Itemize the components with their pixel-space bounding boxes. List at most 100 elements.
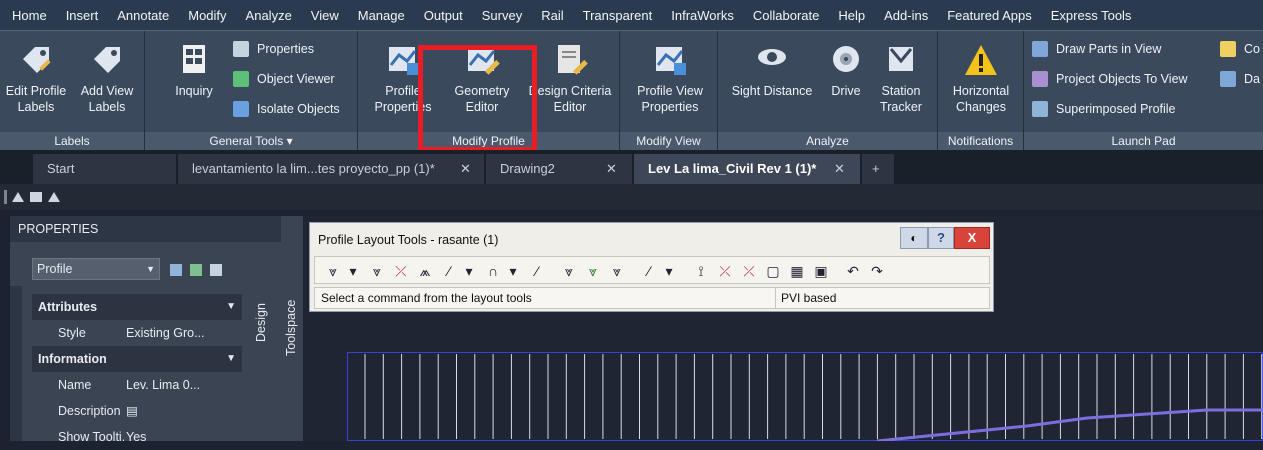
menu-featured-apps[interactable]: Featured Apps bbox=[947, 8, 1032, 23]
editor-icon[interactable]: ▦ bbox=[787, 261, 807, 281]
properties-button[interactable]: Properties bbox=[233, 41, 314, 57]
superimposed-profile-label: Superimposed Profile bbox=[1056, 102, 1176, 116]
insert-pvi-icon[interactable]: ⩔ bbox=[367, 261, 387, 281]
quick-tools-icons[interactable] bbox=[0, 184, 70, 210]
section-information[interactable]: Information ▼ bbox=[32, 346, 242, 372]
warning-icon bbox=[963, 43, 999, 77]
tab-lev-la-lima[interactable]: Lev La lima_Civil Rev 1 (1)* ✕ bbox=[634, 154, 860, 184]
grade-icon[interactable]: ∕ bbox=[639, 261, 659, 281]
menu-manage[interactable]: Manage bbox=[358, 8, 405, 23]
menu-modify[interactable]: Modify bbox=[188, 8, 226, 23]
palette-left-strip bbox=[10, 286, 22, 441]
free-curve-icon[interactable]: ⁄ bbox=[527, 261, 547, 281]
property-row-description[interactable]: Description ▤ bbox=[32, 398, 242, 424]
pvi-based-icon[interactable]: ⩔ bbox=[559, 261, 579, 281]
panel-launch-pad-title: Launch Pad bbox=[1024, 132, 1263, 151]
close-icon[interactable]: ✕ bbox=[834, 154, 845, 184]
panel-general-tools: Inquiry Properties Object Viewer Isolate… bbox=[145, 31, 358, 151]
grade-dropdown-icon[interactable]: ▾ bbox=[659, 261, 679, 281]
palette-tool-icons[interactable] bbox=[168, 260, 238, 280]
sight-distance-button[interactable]: Sight Distance bbox=[722, 43, 822, 99]
menu-help[interactable]: Help bbox=[838, 8, 865, 23]
fixed-line-icon[interactable]: ∕ bbox=[439, 261, 459, 281]
tangents-dropdown-icon[interactable]: ▾ bbox=[343, 261, 363, 281]
delete-pvi-icon[interactable]: ⤫ bbox=[391, 261, 411, 281]
help-button[interactable]: ? bbox=[928, 227, 954, 249]
project-objects-to-view-button[interactable]: Project Objects To View bbox=[1032, 71, 1188, 87]
select-pvi-icon[interactable]: ⟟ bbox=[691, 261, 711, 281]
menu-survey[interactable]: Survey bbox=[482, 8, 522, 23]
drive-button[interactable]: Drive bbox=[822, 43, 870, 99]
menu-output[interactable]: Output bbox=[424, 8, 463, 23]
design-tab-label: Design bbox=[254, 303, 268, 342]
edit-profile-labels-text2: Labels bbox=[17, 100, 55, 114]
close-icon[interactable]: ✕ bbox=[606, 154, 617, 184]
close-icon[interactable]: ✕ bbox=[460, 154, 471, 184]
redo-icon[interactable]: ↷ bbox=[867, 261, 887, 281]
tab-start[interactable]: Start bbox=[33, 154, 176, 184]
object-viewer-button[interactable]: Object Viewer bbox=[233, 71, 335, 87]
isolate-objects-label: Isolate Objects bbox=[257, 102, 340, 116]
draw-parts-in-view-button[interactable]: Draw Parts in View bbox=[1032, 41, 1161, 57]
chevron-down-icon: ▼ bbox=[226, 353, 236, 364]
tab-levantamiento[interactable]: levantamiento la lim...tes proyecto_pp (… bbox=[178, 154, 484, 184]
curve-icon[interactable]: ∩ bbox=[483, 261, 503, 281]
superimposed-profile-button[interactable]: Superimposed Profile bbox=[1032, 101, 1176, 117]
dialog-close-button[interactable]: X bbox=[954, 227, 990, 249]
description-editor-icon[interactable]: ▤ bbox=[124, 398, 242, 424]
isolate-objects-button[interactable]: Isolate Objects bbox=[233, 101, 340, 117]
layout-tools-toolbar: ⩔ ▾ ⩔ ⤫ ⩕ ∕ ▾ ∩ ▾ ⁄ ⩔ ⩔ ⩔ ∕ ▾ ⟟ ⤫ ⤫ ▢ ▦ ▣ ↶ ↷ bbox=[314, 256, 990, 284]
inquiry-button[interactable]: Inquiry bbox=[173, 43, 215, 99]
new-tab-button[interactable]: + bbox=[862, 154, 894, 184]
profile-view-properties-icon bbox=[652, 43, 688, 77]
panel-general-tools-title[interactable]: General Tools ▾ bbox=[145, 132, 357, 151]
da-button[interactable]: Da bbox=[1220, 71, 1260, 87]
menu-transparent[interactable]: Transparent bbox=[583, 8, 653, 23]
design-side-tab[interactable]: Design bbox=[250, 244, 278, 441]
design-criteria-icon bbox=[552, 43, 588, 77]
menu-addins[interactable]: Add-ins bbox=[884, 8, 928, 23]
station-tracker-button[interactable]: Station Tracker bbox=[870, 43, 932, 115]
property-row-show-tooltips[interactable]: Show Toolti...Yes bbox=[32, 424, 242, 450]
tab-levantamiento-label: levantamiento la lim...tes proyecto_pp (… bbox=[192, 161, 435, 176]
grid-view-icon[interactable]: ▢ bbox=[763, 261, 783, 281]
delete-entity-icon[interactable]: ⤫ bbox=[715, 261, 735, 281]
toolspace-side-tab[interactable]: Toolspace bbox=[281, 216, 303, 441]
move-pvi-icon[interactable]: ⩕ bbox=[415, 261, 435, 281]
edit-profile-labels-button[interactable]: Edit Profile Labels bbox=[0, 43, 72, 115]
add-view-labels-button[interactable]: Add View Labels bbox=[72, 43, 142, 115]
undo-icon[interactable]: ↶ bbox=[843, 261, 863, 281]
co-button[interactable]: Co bbox=[1220, 41, 1260, 57]
object-type-dropdown[interactable]: Profile ▼ bbox=[32, 258, 160, 280]
menu-infraworks[interactable]: InfraWorks bbox=[671, 8, 734, 23]
lower-elevation-icon[interactable]: ⩔ bbox=[583, 261, 603, 281]
toolspace-label: Toolspace bbox=[284, 299, 298, 356]
delete-segment-icon[interactable]: ⤫ bbox=[739, 261, 759, 281]
menu-home[interactable]: Home bbox=[12, 8, 47, 23]
status-divider bbox=[775, 288, 776, 308]
profile-view-properties-button[interactable]: Profile View Properties bbox=[626, 43, 714, 115]
ribbon: Edit Profile Labels Add View Labels Labe… bbox=[0, 30, 1263, 152]
curve-dropdown-icon[interactable]: ▾ bbox=[503, 261, 523, 281]
line-dropdown-icon[interactable]: ▾ bbox=[459, 261, 479, 281]
properties-icon bbox=[233, 41, 249, 57]
property-row-style[interactable]: Style Existing Gro... bbox=[32, 320, 242, 346]
tab-drawing2[interactable]: Drawing2 ✕ bbox=[486, 154, 632, 184]
menu-rail[interactable]: Rail bbox=[541, 8, 563, 23]
property-description-key: Description bbox=[58, 404, 121, 418]
chevron-down-icon: ▼ bbox=[146, 264, 155, 274]
grid-editor-icon[interactable]: ▣ bbox=[811, 261, 831, 281]
menu-analyze[interactable]: Analyze bbox=[246, 8, 292, 23]
menu-insert[interactable]: Insert bbox=[66, 8, 99, 23]
property-row-name[interactable]: Name Lev. Lima 0... bbox=[32, 372, 242, 398]
section-attributes[interactable]: Attributes ▼ bbox=[32, 294, 242, 320]
minimize-button[interactable]: ◐ bbox=[900, 227, 928, 249]
menu-express-tools[interactable]: Express Tools bbox=[1051, 8, 1132, 23]
menu-view[interactable]: View bbox=[311, 8, 339, 23]
horizontal-changes-button[interactable]: Horizontal Changes bbox=[942, 43, 1020, 115]
draw-tangents-icon[interactable]: ⩔ bbox=[323, 261, 343, 281]
menu-collaborate[interactable]: Collaborate bbox=[753, 8, 820, 23]
raise-elevation-icon[interactable]: ⩔ bbox=[607, 261, 627, 281]
profile-grid bbox=[347, 352, 1263, 441]
menu-annotate[interactable]: Annotate bbox=[117, 8, 169, 23]
